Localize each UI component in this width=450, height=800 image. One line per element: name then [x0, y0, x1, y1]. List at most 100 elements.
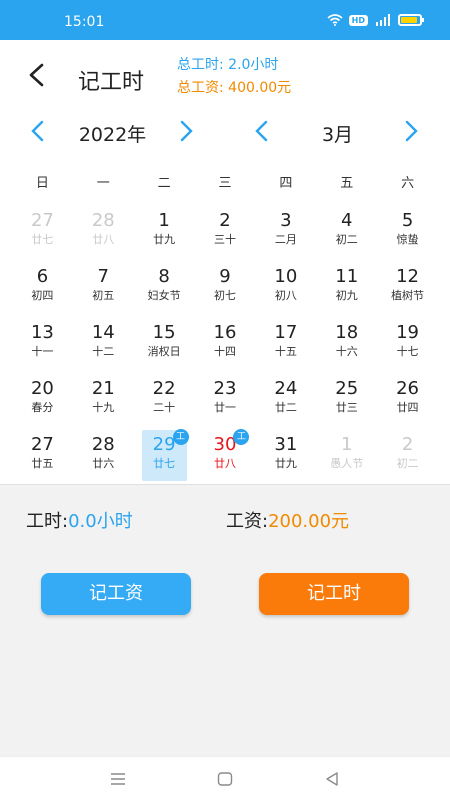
lunar-date: 廿一: [213, 401, 236, 414]
day-cell[interactable]: 6 初四: [12, 261, 73, 317]
day-number: 5: [401, 210, 414, 231]
lunar-date: 十一: [31, 345, 54, 358]
day-cell[interactable]: 27 廿七: [12, 205, 73, 261]
system-nav-bar: [0, 756, 450, 800]
day-number: 19: [396, 322, 420, 343]
menu-icon[interactable]: [110, 771, 126, 787]
day-number: 1: [340, 434, 353, 455]
day-cell[interactable]: 28 廿八: [73, 205, 134, 261]
day-number: 11: [335, 266, 359, 287]
lunar-date: 廿二: [274, 401, 297, 414]
lunar-date: 十五: [274, 345, 297, 358]
lunar-date: 廿九: [153, 233, 176, 246]
day-cell[interactable]: 28 廿六: [73, 429, 134, 485]
day-cell[interactable]: 3 二月: [255, 205, 316, 261]
home-icon[interactable]: [217, 771, 233, 787]
day-cell[interactable]: 25 廿三: [316, 373, 377, 429]
day-cell[interactable]: 12 植树节: [377, 261, 438, 317]
page-title: 记工时: [78, 70, 145, 95]
day-cell[interactable]: 26 廿四: [377, 373, 438, 429]
day-cell[interactable]: 5 惊蛰: [377, 205, 438, 261]
day-cell[interactable]: 8 妇女节: [134, 261, 195, 317]
day-cell[interactable]: 21 十九: [73, 373, 134, 429]
day-cell[interactable]: 16 十四: [195, 317, 256, 373]
prev-month-icon[interactable]: [254, 120, 270, 142]
day-cell[interactable]: 17 十五: [255, 317, 316, 373]
day-number: 21: [91, 378, 115, 399]
lunar-date: 十六: [335, 345, 358, 358]
day-cell[interactable]: 9 初七: [195, 261, 256, 317]
day-number: 23: [213, 378, 237, 399]
day-cell[interactable]: 22 二十: [134, 373, 195, 429]
year-label: 2022年: [78, 124, 147, 146]
lunar-date: 惊蛰: [396, 233, 419, 246]
lunar-date: 消权日: [147, 345, 181, 358]
weekday-label: 六: [401, 176, 415, 191]
calendar-nav: 2022年 3月: [0, 112, 450, 152]
prev-year-icon[interactable]: [30, 120, 46, 142]
day-cell[interactable]: 31 廿九: [255, 429, 316, 485]
next-month-icon[interactable]: [403, 120, 419, 142]
lunar-date: 初七: [213, 289, 236, 302]
day-cell[interactable]: 2 三十: [195, 205, 256, 261]
day-number: 16: [213, 322, 237, 343]
record-hours-button[interactable]: 记工时: [259, 573, 409, 615]
day-cell[interactable]: 2 初二: [377, 429, 438, 485]
lunar-date: 春分: [31, 401, 54, 414]
next-year-icon[interactable]: [178, 120, 194, 142]
weekday-label: 一: [96, 176, 110, 191]
day-cell[interactable]: 10 初八: [255, 261, 316, 317]
day-number: 17: [274, 322, 298, 343]
back-arrow-icon[interactable]: [26, 62, 48, 88]
day-cell[interactable]: 19 十七: [377, 317, 438, 373]
lunar-date: 廿五: [31, 457, 54, 470]
wage-stat-label: 工资:: [226, 511, 269, 532]
day-cell[interactable]: 15 消权日: [134, 317, 195, 373]
day-cell[interactable]: 1 愚人节: [316, 429, 377, 485]
day-number: 27: [30, 434, 54, 455]
day-cell[interactable]: 13 十一: [12, 317, 73, 373]
day-cell[interactable]: 7 初五: [73, 261, 134, 317]
lunar-date: 十七: [396, 345, 419, 358]
day-cell[interactable]: 29 廿七工: [134, 429, 195, 485]
day-number: 2: [401, 434, 414, 455]
lunar-date: 十四: [213, 345, 236, 358]
day-cell[interactable]: 11 初九: [316, 261, 377, 317]
lunar-date: 十二: [92, 345, 115, 358]
lunar-date: 廿七: [31, 233, 54, 246]
day-number: 20: [30, 378, 54, 399]
lunar-date: 妇女节: [147, 289, 181, 302]
day-number: 13: [30, 322, 54, 343]
record-wage-button[interactable]: 记工资: [41, 573, 191, 615]
day-number: 4: [340, 210, 353, 231]
signal-icon: [376, 14, 390, 26]
hours-stat-label: 工时:: [26, 511, 69, 532]
day-number: 18: [335, 322, 359, 343]
calendar-grid: 27 廿七 28 廿八 1 廿九 2 三十 3 二月 4 初二 5 惊蛰 6 初四 7 初五 8 妇女节 9 初七 10 初八…: [12, 205, 438, 485]
day-cell[interactable]: 1 廿九: [134, 205, 195, 261]
total-wage: 总工资: 400.00元: [177, 80, 292, 96]
day-cell[interactable]: 27 廿五: [12, 429, 73, 485]
weekday-label: 四: [279, 176, 293, 191]
lunar-date: 廿七: [153, 457, 176, 470]
status-bar: 15:01 HD: [0, 0, 450, 40]
day-cell[interactable]: 30 廿八工: [195, 429, 256, 485]
day-cell[interactable]: 20 春分: [12, 373, 73, 429]
month-label: 3月: [321, 124, 354, 146]
lunar-date: 初四: [31, 289, 54, 302]
day-cell[interactable]: 14 十二: [73, 317, 134, 373]
weekday-label: 二: [157, 176, 171, 191]
back-triangle-icon[interactable]: [324, 771, 340, 787]
day-number: 28: [91, 434, 115, 455]
day-cell[interactable]: 23 廿一: [195, 373, 256, 429]
day-cell[interactable]: 24 廿二: [255, 373, 316, 429]
day-number: 2: [219, 210, 231, 231]
day-cell[interactable]: 4 初二: [316, 205, 377, 261]
day-number: 10: [274, 266, 298, 287]
bottom-panel: 工时:0.0小时 工资:200.00元 记工资 记工时: [0, 484, 450, 756]
day-number: 7: [97, 266, 109, 287]
lunar-date: 初九: [335, 289, 358, 302]
battery-icon: [398, 14, 424, 26]
day-number: 27: [30, 210, 54, 231]
day-cell[interactable]: 18 十六: [316, 317, 377, 373]
